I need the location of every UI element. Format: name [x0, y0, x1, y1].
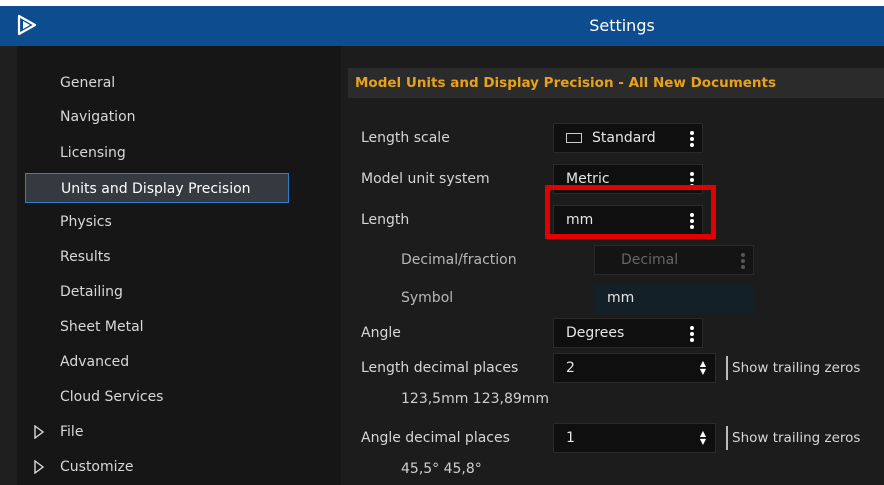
sidebar-item-general[interactable]: General	[25, 68, 289, 98]
title-bar: Settings	[0, 6, 884, 46]
symbol-label: Symbol	[401, 290, 454, 306]
sidebar-item-customize[interactable]: Customize	[25, 452, 289, 482]
angle-decimal-places-spinbox[interactable]: 1 ▲ ▼	[553, 423, 716, 453]
length-decimal-places-label: Length decimal places	[361, 360, 519, 376]
length-decimal-places-spinbox[interactable]: 2 ▲ ▼	[553, 353, 716, 383]
angle-decimal-places-label: Angle decimal places	[361, 430, 510, 446]
checkbox-indicator[interactable]	[726, 426, 728, 450]
sidebar-item-label: Sheet Metal	[60, 319, 144, 335]
red-highlight-box	[545, 185, 716, 239]
sidebar-item-label: Advanced	[60, 354, 130, 370]
sidebar-item-label: Physics	[60, 214, 112, 230]
decimal-fraction-label: Decimal/fraction	[401, 252, 517, 268]
sidebar-item-file[interactable]: File	[25, 417, 289, 447]
sidebar-item-label: Cloud Services	[60, 389, 164, 405]
angle-unit-value: Degrees	[566, 325, 625, 341]
section-header: Model Units and Display Precision - All …	[348, 68, 884, 98]
angle-label: Angle	[361, 325, 401, 341]
sidebar-item-label: General	[60, 75, 116, 91]
length-scale-value: Standard	[592, 130, 656, 146]
length-precision-example: 123,5mm 123,89mm	[401, 391, 550, 407]
more-options-icon	[690, 326, 694, 342]
angle-decimal-places-value: 1	[566, 430, 575, 446]
sidebar-item-advanced[interactable]: Advanced	[25, 347, 289, 377]
decimal-fraction-dropdown: Decimal	[594, 245, 754, 275]
length-scale-dropdown[interactable]: Standard	[553, 123, 703, 153]
angle-unit-dropdown[interactable]: Degrees	[553, 318, 703, 348]
angle-show-trailing-zeros-checkbox[interactable]: Show trailing zeros	[732, 423, 860, 453]
settings-window: Settings General Navigation Licensing Un…	[0, 6, 884, 485]
sidebar-item-navigation[interactable]: Navigation	[25, 102, 289, 132]
model-unit-system-label: Model unit system	[361, 171, 490, 187]
sidebar-item-detailing[interactable]: Detailing	[25, 277, 289, 307]
more-options-icon	[741, 253, 745, 269]
sidebar-item-label: Customize	[60, 459, 134, 475]
sidebar-item-licensing[interactable]: Licensing	[25, 138, 289, 168]
more-options-icon	[690, 131, 694, 147]
length-show-trailing-zeros-checkbox[interactable]: Show trailing zeros	[732, 353, 860, 383]
spin-arrows-icon[interactable]: ▲ ▼	[699, 360, 707, 378]
spin-arrows-icon[interactable]: ▲ ▼	[699, 430, 707, 448]
expand-triangle-icon[interactable]	[33, 425, 45, 439]
sidebar-item-label: Licensing	[60, 145, 126, 161]
sidebar-item-label: Navigation	[60, 109, 136, 125]
sidebar-item-results[interactable]: Results	[25, 242, 289, 272]
sidebar-item-cloud-services[interactable]: Cloud Services	[25, 382, 289, 412]
length-scale-label: Length scale	[361, 130, 450, 146]
settings-content: Model Units and Display Precision - All …	[341, 46, 884, 485]
sidebar-item-label: Detailing	[60, 284, 123, 300]
decimal-fraction-value: Decimal	[621, 252, 679, 268]
checkbox-indicator[interactable]	[726, 356, 728, 380]
length-decimal-places-value: 2	[566, 360, 575, 376]
sidebar-item-units[interactable]: Units and Display Precision	[25, 173, 289, 203]
sidebar-item-physics[interactable]: Physics	[25, 207, 289, 237]
ruler-icon	[566, 133, 582, 143]
sidebar-item-label: Units and Display Precision	[61, 181, 251, 197]
settings-sidebar: General Navigation Licensing Units and D…	[17, 46, 341, 485]
sidebar-item-label: File	[60, 424, 84, 440]
symbol-field[interactable]: mm	[594, 283, 754, 313]
sidebar-item-label: Results	[60, 249, 111, 265]
symbol-value: mm	[607, 290, 635, 306]
length-label: Length	[361, 212, 410, 228]
angle-precision-example: 45,5° 45,8°	[401, 461, 482, 477]
expand-triangle-icon[interactable]	[33, 460, 45, 474]
sidebar-item-sheet-metal[interactable]: Sheet Metal	[25, 312, 289, 342]
window-title: Settings	[589, 16, 655, 35]
